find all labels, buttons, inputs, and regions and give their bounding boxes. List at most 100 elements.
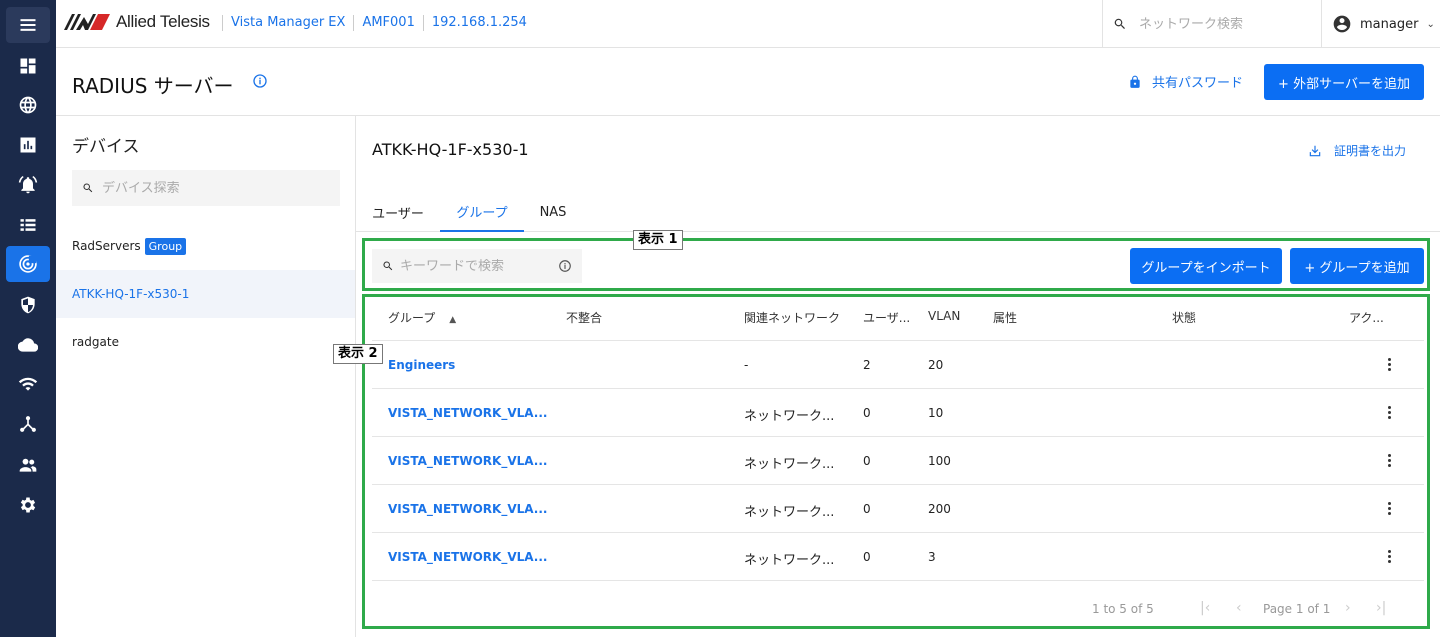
logo-mark-icon <box>64 14 110 30</box>
users-cell: 0 <box>863 406 871 420</box>
column-header-status[interactable]: 状態 <box>1172 309 1196 326</box>
shared-password-link[interactable]: 共有パスワード <box>1128 72 1243 91</box>
group-link[interactable]: VISTA_NETWORK_VLA... <box>388 454 547 468</box>
export-certificate-link[interactable]: 証明書を出力 <box>1308 142 1406 159</box>
row-divider <box>372 484 1424 485</box>
chevron-down-icon: ⌄ <box>1426 18 1435 30</box>
shared-password-label: 共有パスワード <box>1152 76 1244 91</box>
row-divider <box>372 436 1424 437</box>
row-divider <box>372 388 1424 389</box>
device-panel: デバイス RadServers Group ATKK-HQ-1F-x530-1 … <box>56 116 356 637</box>
row-divider <box>372 532 1424 533</box>
more-actions-icon[interactable] <box>1386 357 1392 373</box>
group-link[interactable]: VISTA_NETWORK_VLA... <box>388 550 547 564</box>
device-detail-title: ATKK-HQ-1F-x530-1 <box>372 140 529 159</box>
username: manager <box>1360 16 1419 32</box>
lock-icon <box>1130 75 1140 88</box>
network-cell: ネットワーク... <box>744 409 835 424</box>
keyword-search-input[interactable] <box>400 258 550 274</box>
info-icon[interactable] <box>252 73 268 89</box>
group-link[interactable]: Engineers <box>388 358 455 372</box>
info-icon[interactable] <box>558 259 572 273</box>
highlight-label-2: 表示 2 <box>333 344 383 364</box>
device-item-radgate[interactable]: radgate <box>56 318 355 366</box>
wifi-icon[interactable] <box>6 366 50 402</box>
device-item-radservers[interactable]: RadServers Group <box>56 222 355 270</box>
settings-gear-icon[interactable] <box>6 487 50 523</box>
download-icon <box>1309 145 1321 156</box>
sort-ascending-icon: ▲ <box>449 315 457 325</box>
vlan-cell: 3 <box>928 550 936 564</box>
report-chart-icon[interactable] <box>6 127 50 163</box>
search-icon <box>83 183 93 193</box>
page-title-bar: RADIUS サーバー 共有パスワード + 外部サーバーを追加 <box>56 48 1440 116</box>
breadcrumb: Vista Manager EX AMF001 192.168.1.254 <box>222 15 535 31</box>
column-header-group[interactable]: グループ ▲ <box>388 309 456 326</box>
group-link[interactable]: VISTA_NETWORK_VLA... <box>388 406 547 420</box>
list-icon[interactable] <box>6 207 50 243</box>
last-page-icon[interactable]: ›| <box>1376 600 1386 616</box>
cloud-icon[interactable] <box>6 327 50 363</box>
previous-page-icon[interactable]: ‹ <box>1236 600 1242 616</box>
column-header-network[interactable]: 関連ネットワーク <box>744 309 840 326</box>
next-page-icon[interactable]: › <box>1345 600 1351 616</box>
more-actions-icon[interactable] <box>1386 453 1392 469</box>
users-cell: 2 <box>863 358 871 372</box>
left-nav <box>0 0 56 637</box>
first-page-icon[interactable]: |‹ <box>1200 600 1210 616</box>
breadcrumb-area[interactable]: AMF001 <box>353 15 422 31</box>
keyword-search <box>372 249 582 283</box>
users-cell: 0 <box>863 502 871 516</box>
add-group-button[interactable]: + グループを追加 <box>1290 248 1424 284</box>
column-header-vlan[interactable]: VLAN <box>928 309 960 323</box>
logo-text: Allied Telesis <box>116 12 210 31</box>
pagination-range: 1 to 5 of 5 <box>1092 602 1154 616</box>
tab-groups[interactable]: グループ <box>440 192 524 232</box>
device-name: ATKK-HQ-1F-x530-1 <box>72 287 190 301</box>
export-certificate-label: 証明書を出力 <box>1334 144 1407 158</box>
alarm-bell-icon[interactable] <box>6 167 50 203</box>
breadcrumb-ip[interactable]: 192.168.1.254 <box>422 15 535 31</box>
dashboard-icon[interactable] <box>6 48 50 84</box>
topology-icon[interactable] <box>6 406 50 442</box>
device-panel-title: デバイス <box>72 137 140 157</box>
device-search-input[interactable] <box>102 180 322 196</box>
detail-tabs: ユーザー グループ NAS <box>356 192 1440 232</box>
tab-users[interactable]: ユーザー <box>362 192 434 232</box>
column-header-attribute[interactable]: 属性 <box>993 309 1017 326</box>
column-header-mismatch[interactable]: 不整合 <box>566 309 602 326</box>
allied-telesis-logo[interactable]: Allied Telesis <box>64 12 210 32</box>
user-avatar-icon <box>1333 15 1351 33</box>
tab-nas[interactable]: NAS <box>530 192 576 232</box>
breadcrumb-app[interactable]: Vista Manager EX <box>222 15 353 31</box>
globe-icon[interactable] <box>6 87 50 123</box>
more-actions-icon[interactable] <box>1386 501 1392 517</box>
more-actions-icon[interactable] <box>1386 405 1392 421</box>
more-actions-icon[interactable] <box>1386 549 1392 565</box>
device-name: RadServers <box>72 239 141 253</box>
network-cell: - <box>744 358 749 372</box>
users-cell: 0 <box>863 550 871 564</box>
row-divider <box>372 580 1424 581</box>
network-search <box>1102 0 1322 48</box>
group-link[interactable]: VISTA_NETWORK_VLA... <box>388 502 547 516</box>
radius-server-icon[interactable] <box>6 246 50 282</box>
vlan-cell: 10 <box>928 406 944 420</box>
vlan-cell: 100 <box>928 454 951 468</box>
shield-icon[interactable] <box>6 287 50 323</box>
device-item-atkk-hq[interactable]: ATKK-HQ-1F-x530-1 <box>56 270 355 318</box>
vlan-cell: 20 <box>928 358 944 372</box>
page-title: RADIUS サーバー <box>72 74 234 98</box>
network-search-input[interactable] <box>1139 16 1309 32</box>
menu-icon[interactable] <box>6 7 50 43</box>
group-badge: Group <box>144 237 187 255</box>
device-name: radgate <box>72 335 119 349</box>
network-cell: ネットワーク... <box>744 457 835 472</box>
import-groups-button[interactable]: グループをインポート <box>1130 248 1282 284</box>
add-external-server-button[interactable]: + 外部サーバーを追加 <box>1264 64 1424 100</box>
user-menu[interactable]: manager ⌄ <box>1332 0 1435 48</box>
users-icon[interactable] <box>6 447 50 483</box>
search-icon <box>1114 18 1125 29</box>
vlan-cell: 200 <box>928 502 951 516</box>
column-header-users[interactable]: ユーザ... <box>863 309 910 326</box>
